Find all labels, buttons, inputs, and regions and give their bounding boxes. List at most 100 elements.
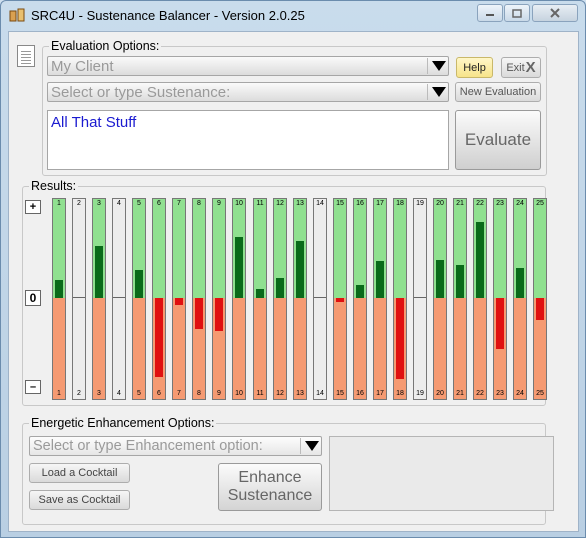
sustenance-combo-placeholder: Select or type Sustenance: bbox=[51, 84, 231, 101]
title-bar[interactable]: SRC4U - Sustenance Balancer - Version 2.… bbox=[1, 1, 585, 29]
sustenance-combo[interactable]: Select or type Sustenance: bbox=[47, 82, 449, 102]
bar-number-bottom: 2 bbox=[77, 390, 81, 397]
bar-number-bottom: 18 bbox=[396, 390, 404, 397]
bar-negative-zone bbox=[374, 298, 386, 399]
bar-number-bottom: 21 bbox=[456, 390, 464, 397]
bar-negative-zone bbox=[254, 298, 266, 399]
minimize-button[interactable] bbox=[477, 4, 503, 22]
maximize-icon bbox=[512, 8, 522, 18]
close-button[interactable] bbox=[532, 4, 578, 22]
notepad-icon[interactable] bbox=[17, 45, 35, 67]
app-icon bbox=[9, 8, 25, 22]
bar-positive-zone bbox=[113, 199, 125, 298]
bar-number-top: 6 bbox=[157, 200, 161, 207]
bar-number-bottom: 6 bbox=[157, 390, 161, 397]
bar-number-top: 18 bbox=[396, 200, 404, 207]
bar-number-top: 13 bbox=[296, 200, 304, 207]
help-button[interactable]: Help bbox=[456, 57, 493, 78]
bar-number-bottom: 14 bbox=[316, 390, 324, 397]
result-bar-21: 21 21 bbox=[453, 198, 467, 400]
result-bar-19: 19 19 bbox=[413, 198, 427, 400]
bar-negative-zone bbox=[514, 298, 526, 399]
bar-positive-zone bbox=[314, 199, 326, 298]
bar-negative-zone bbox=[414, 298, 426, 399]
bar-number-bottom: 9 bbox=[217, 390, 221, 397]
bar-number-bottom: 12 bbox=[276, 390, 284, 397]
bar-zero-line bbox=[414, 297, 426, 298]
result-bar-16: 16 16 bbox=[353, 198, 367, 400]
bar-number-top: 2 bbox=[77, 200, 81, 207]
bar-number-bottom: 25 bbox=[536, 390, 544, 397]
load-cocktail-button[interactable]: Load a Cocktail bbox=[29, 463, 130, 483]
evaluate-button[interactable]: Evaluate bbox=[455, 110, 541, 170]
new-evaluation-button[interactable]: New Evaluation bbox=[455, 82, 541, 102]
bar-negative-fill bbox=[175, 298, 183, 305]
bar-negative-zone bbox=[314, 298, 326, 399]
enhance-sustenance-button[interactable]: Enhance Sustenance bbox=[218, 463, 322, 511]
result-bar-17: 17 17 bbox=[373, 198, 387, 400]
notes-textbox[interactable]: All That Stuff bbox=[47, 110, 449, 170]
bar-positive-zone bbox=[213, 199, 225, 298]
bar-number-top: 17 bbox=[376, 200, 384, 207]
bar-number-bottom: 22 bbox=[476, 390, 484, 397]
client-combo-value: My Client bbox=[51, 58, 114, 75]
result-bar-13: 13 13 bbox=[293, 198, 307, 400]
bar-negative-fill bbox=[536, 298, 544, 320]
maximize-button[interactable] bbox=[504, 4, 530, 22]
bar-number-top: 14 bbox=[316, 200, 324, 207]
bar-number-bottom: 1 bbox=[57, 390, 61, 397]
bar-positive-fill bbox=[55, 280, 63, 298]
bar-positive-zone bbox=[414, 199, 426, 298]
result-bar-2: 22 bbox=[72, 198, 86, 400]
bar-zero-line bbox=[73, 297, 85, 298]
bar-positive-fill bbox=[276, 278, 284, 298]
bar-number-top: 20 bbox=[436, 200, 444, 207]
save-cocktail-button[interactable]: Save as Cocktail bbox=[29, 490, 130, 510]
result-bar-14: 14 14 bbox=[313, 198, 327, 400]
client-combo[interactable]: My Client bbox=[47, 56, 449, 76]
bar-number-top: 22 bbox=[476, 200, 484, 207]
bar-number-top: 3 bbox=[97, 200, 101, 207]
result-bar-4: 44 bbox=[112, 198, 126, 400]
bar-number-top: 9 bbox=[217, 200, 221, 207]
result-bar-24: 24 24 bbox=[513, 198, 527, 400]
exit-x-icon: X bbox=[525, 59, 536, 76]
client-area: Evaluation Options: My Client Select or … bbox=[8, 31, 579, 532]
bar-positive-zone bbox=[534, 199, 546, 298]
bar-positive-fill bbox=[296, 241, 304, 298]
bar-number-bottom: 4 bbox=[117, 390, 121, 397]
bar-number-top: 4 bbox=[117, 200, 121, 207]
bar-negative-zone bbox=[73, 298, 85, 399]
bar-positive-fill bbox=[95, 246, 103, 298]
bar-number-top: 23 bbox=[496, 200, 504, 207]
bar-negative-zone bbox=[294, 298, 306, 399]
result-bar-20: 20 20 bbox=[433, 198, 447, 400]
minus-button[interactable]: – bbox=[25, 380, 41, 394]
bar-number-bottom: 17 bbox=[376, 390, 384, 397]
bar-number-bottom: 13 bbox=[296, 390, 304, 397]
zero-button[interactable]: 0 bbox=[25, 290, 41, 306]
plus-button[interactable]: + bbox=[25, 200, 41, 214]
enhance-label-line2: Sustenance bbox=[227, 487, 313, 504]
result-bar-5: 55 bbox=[132, 198, 146, 400]
dropdown-arrow-icon[interactable] bbox=[432, 87, 446, 97]
bar-negative-fill bbox=[396, 298, 404, 379]
close-icon bbox=[550, 8, 560, 18]
bar-negative-zone bbox=[274, 298, 286, 399]
bar-number-top: 12 bbox=[276, 200, 284, 207]
bar-positive-fill bbox=[436, 260, 444, 298]
evaluation-options-label: Evaluation Options: bbox=[49, 39, 162, 53]
bar-positive-zone bbox=[193, 199, 205, 298]
bar-positive-fill bbox=[235, 237, 243, 298]
bar-number-bottom: 15 bbox=[336, 390, 344, 397]
enhancement-combo[interactable]: Select or type Enhancement option: bbox=[29, 436, 322, 456]
dropdown-arrow-icon[interactable] bbox=[305, 441, 319, 451]
bar-negative-fill bbox=[195, 298, 203, 329]
exit-button[interactable]: Exit X bbox=[501, 57, 541, 78]
bar-negative-zone bbox=[93, 298, 105, 399]
bar-number-top: 25 bbox=[536, 200, 544, 207]
result-bar-11: 11 11 bbox=[253, 198, 267, 400]
dropdown-arrow-icon[interactable] bbox=[432, 61, 446, 71]
bar-negative-zone bbox=[53, 298, 65, 399]
bar-positive-fill bbox=[376, 261, 384, 298]
